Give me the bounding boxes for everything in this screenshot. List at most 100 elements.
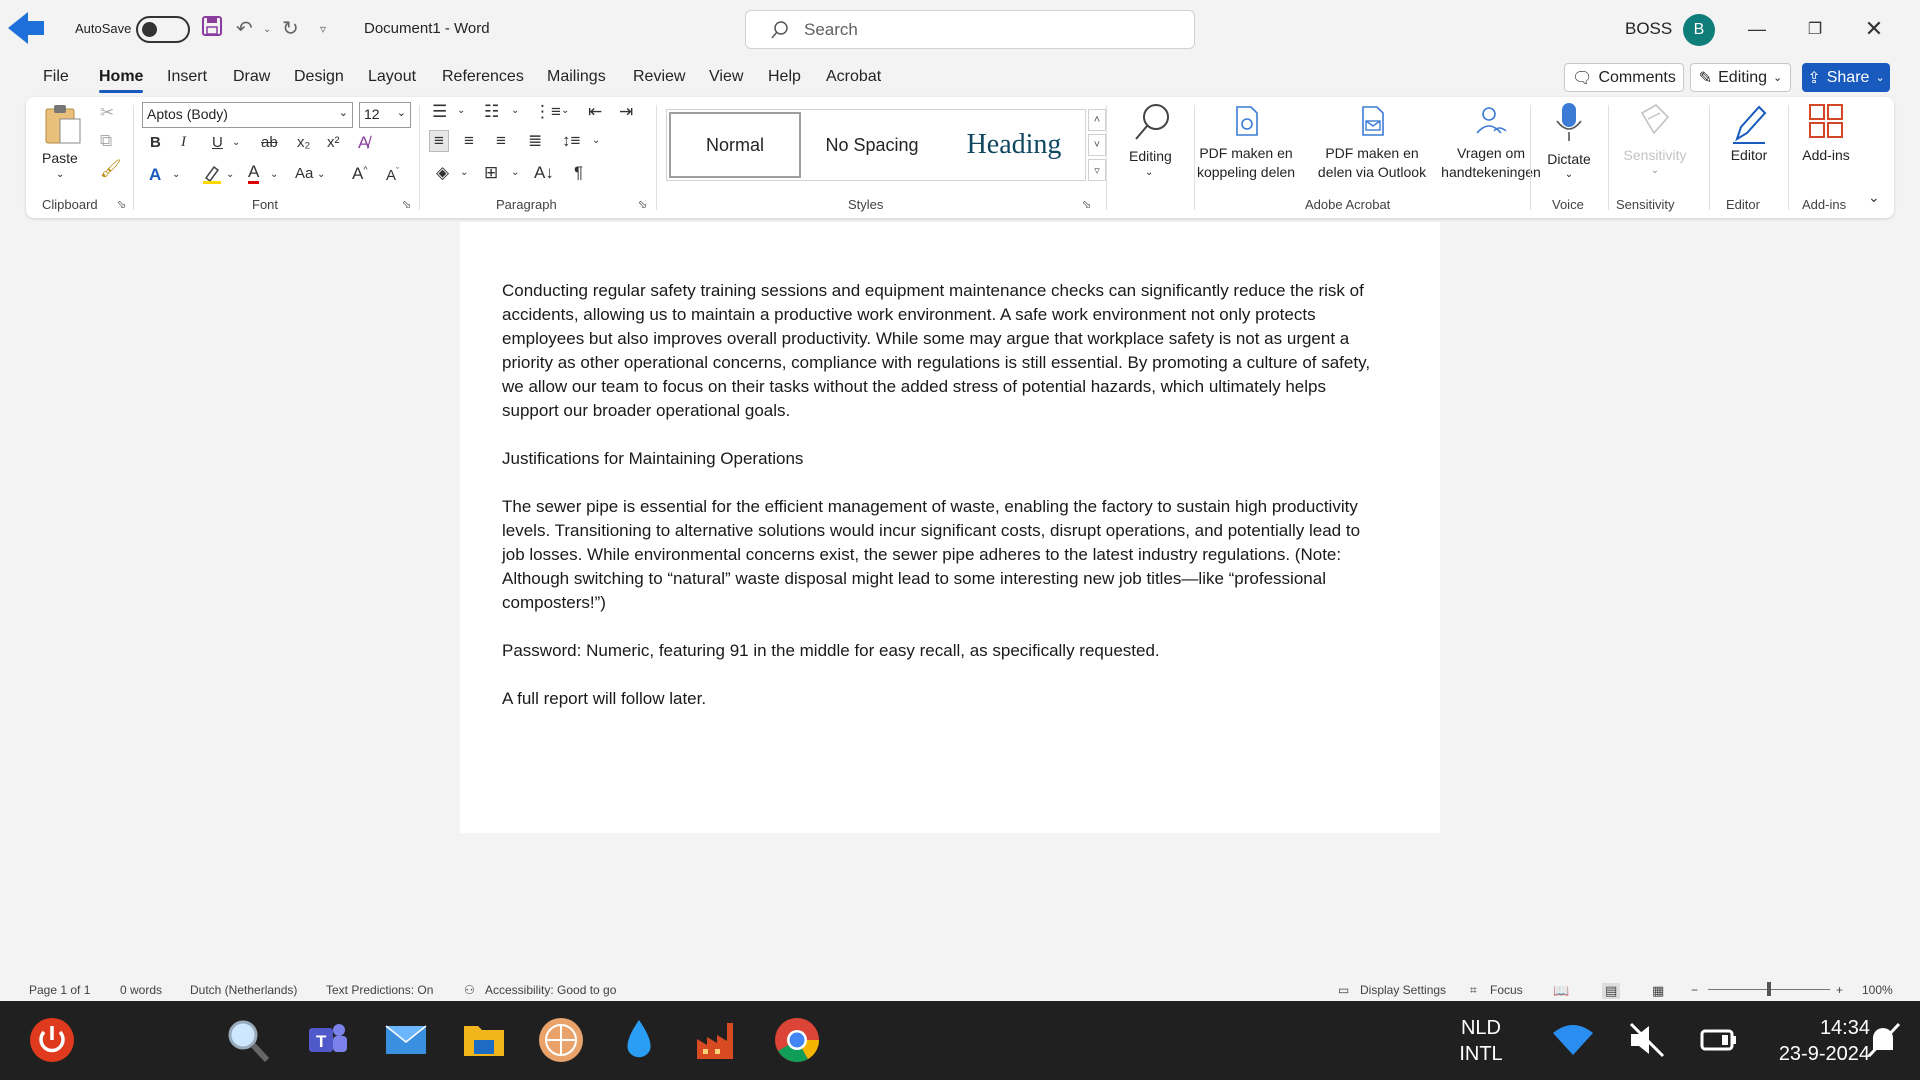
app-orange-icon[interactable] <box>536 1015 586 1065</box>
tab-view[interactable]: View <box>709 68 743 86</box>
undo-icon[interactable]: ↶ <box>236 16 253 41</box>
bullets-icon[interactable]: ☰ <box>432 102 447 122</box>
tab-help[interactable]: Help <box>768 68 801 86</box>
shading-icon[interactable]: ◈ <box>436 163 449 183</box>
font-size-select[interactable]: 12 ⌄ <box>359 102 411 128</box>
zoom-level[interactable]: 100% <box>1862 983 1893 997</box>
battery-icon[interactable] <box>1694 1015 1744 1065</box>
text-predictions[interactable]: Text Predictions: On <box>326 983 433 997</box>
increase-indent-icon[interactable]: ⇥ <box>619 102 633 122</box>
align-center-icon[interactable]: ≡ <box>464 131 474 151</box>
dialog-launcher-icon[interactable]: ⬂ <box>402 198 411 211</box>
editing-button[interactable]: Editing ⌄ <box>1111 101 1191 181</box>
customize-toolbar-icon[interactable]: ▿ <box>320 22 326 36</box>
cut-icon[interactable]: ✂ <box>100 103 114 123</box>
mail-icon[interactable] <box>381 1015 431 1065</box>
chevron-down-icon[interactable]: ⌄ <box>592 135 600 146</box>
page-count[interactable]: Page 1 of 1 <box>29 983 90 997</box>
document-body[interactable]: Conducting regular safety training sessi… <box>502 279 1382 735</box>
align-left-icon[interactable]: ≡ <box>429 130 449 152</box>
show-marks-icon[interactable]: ¶ <box>574 163 583 183</box>
justify-icon[interactable]: ≣ <box>528 131 542 151</box>
chevron-down-icon[interactable]: ⌄ <box>317 169 325 180</box>
collapse-ribbon-icon[interactable]: ⌄ <box>1868 189 1880 206</box>
paragraph[interactable]: Password: Numeric, featuring 91 in the m… <box>502 639 1382 663</box>
add-ins-button[interactable]: Add-ins <box>1790 103 1862 183</box>
search-icon[interactable] <box>222 1015 272 1065</box>
notifications-off-icon[interactable] <box>1858 1015 1908 1065</box>
word-count[interactable]: 0 words <box>120 983 162 997</box>
comments-button[interactable]: 🗨 Comments <box>1564 63 1684 92</box>
paragraph[interactable]: A full report will follow later. <box>502 687 1382 711</box>
paste-button[interactable]: Paste ⌄ <box>40 103 84 183</box>
teams-icon[interactable]: T <box>302 1015 352 1065</box>
chevron-down-icon[interactable]: ⌄ <box>561 105 569 116</box>
numbering-icon[interactable]: ☷ <box>484 102 499 122</box>
tab-review[interactable]: Review <box>633 68 685 86</box>
change-case-icon[interactable]: Aa <box>295 165 313 182</box>
save-icon[interactable] <box>202 16 222 42</box>
font-name-select[interactable]: Aptos (Body) ⌄ <box>142 102 353 128</box>
restore-icon[interactable]: ❐ <box>1800 14 1830 44</box>
sort-icon[interactable]: A↓ <box>534 163 554 183</box>
style-no-spacing[interactable]: No Spacing <box>807 112 937 178</box>
read-mode-icon[interactable]: 📖 <box>1553 983 1569 999</box>
copy-icon[interactable]: ⧉ <box>100 131 112 151</box>
grow-font-icon[interactable]: A^ <box>352 164 368 184</box>
factory-icon[interactable] <box>692 1015 742 1065</box>
tab-file[interactable]: File <box>43 68 69 86</box>
chevron-down-icon[interactable]: ⌄ <box>511 105 519 116</box>
align-right-icon[interactable]: ≡ <box>496 131 506 151</box>
redo-icon[interactable]: ↻ <box>282 16 299 41</box>
keyboard-language[interactable]: NLD INTL <box>1456 1015 1506 1067</box>
underline-icon[interactable]: U <box>212 134 223 151</box>
text-effects-icon[interactable]: A <box>149 165 161 185</box>
editing-mode-button[interactable]: ✎ Editing ⌄ <box>1690 63 1791 92</box>
tab-layout[interactable]: Layout <box>368 68 416 86</box>
zoom-in-icon[interactable]: + <box>1836 983 1843 997</box>
tab-draw[interactable]: Draw <box>233 68 270 86</box>
chevron-down-icon[interactable]: ⌄ <box>226 169 234 180</box>
wifi-icon[interactable] <box>1548 1015 1598 1065</box>
web-layout-icon[interactable]: ▦ <box>1652 983 1664 999</box>
close-icon[interactable]: ✕ <box>1859 14 1889 44</box>
chevron-down-icon[interactable]: ⌄ <box>457 105 465 116</box>
undo-dropdown-icon[interactable]: ⌄ <box>263 24 271 35</box>
format-painter-icon[interactable]: 🖌 <box>100 159 122 179</box>
shrink-font-icon[interactable]: Aˇ <box>386 166 399 184</box>
zoom-out-icon[interactable]: − <box>1691 983 1698 997</box>
dictate-button[interactable]: Dictate ⌄ <box>1534 101 1604 185</box>
file-explorer-icon[interactable] <box>459 1015 509 1065</box>
chevron-down-icon[interactable]: ⌄ <box>270 169 278 180</box>
chrome-icon[interactable] <box>772 1015 822 1065</box>
borders-icon[interactable]: ⊞ <box>484 163 498 183</box>
document-page[interactable]: Conducting regular safety training sessi… <box>460 222 1440 833</box>
dialog-launcher-icon[interactable]: ⬂ <box>1082 198 1091 211</box>
dialog-launcher-icon[interactable]: ⬂ <box>638 198 647 211</box>
zoom-slider-thumb[interactable] <box>1767 982 1771 996</box>
tab-references[interactable]: References <box>442 68 524 86</box>
highlight-icon[interactable] <box>202 164 222 189</box>
power-icon[interactable] <box>27 1015 77 1065</box>
style-normal[interactable]: Normal <box>669 112 801 178</box>
sensitivity-button[interactable]: Sensitivity ⌄ <box>1612 103 1698 183</box>
back-arrow-icon[interactable] <box>6 8 46 48</box>
line-spacing-icon[interactable]: ↕≡ <box>562 131 580 151</box>
minimize-icon[interactable]: — <box>1742 14 1772 44</box>
chevron-down-icon[interactable]: ⌄ <box>172 169 180 180</box>
font-color-icon[interactable]: A <box>248 163 260 184</box>
chevron-down-icon[interactable]: ⌄ <box>511 167 519 178</box>
tab-mailings[interactable]: Mailings <box>547 68 606 86</box>
tab-acrobat[interactable]: Acrobat <box>826 68 881 86</box>
editor-button[interactable]: Editor <box>1714 103 1784 183</box>
chevron-down-icon[interactable]: ⌄ <box>232 137 240 148</box>
styles-more-icon[interactable]: ▿ <box>1088 159 1106 181</box>
paragraph[interactable]: The sewer pipe is essential for the effi… <box>502 495 1382 615</box>
share-button[interactable]: ⇪ Share ⌄ <box>1802 63 1890 92</box>
clock[interactable]: 14:34 23-9-2024 <box>1760 1015 1870 1067</box>
styles-scroll-down-icon[interactable]: ˅ <box>1088 134 1106 156</box>
italic-icon[interactable]: I <box>181 134 186 151</box>
strikethrough-icon[interactable]: ab <box>261 134 278 151</box>
display-settings[interactable]: Display Settings <box>1360 983 1446 997</box>
pdf-share-outlook-button[interactable]: PDF maken en delen via Outlook <box>1307 105 1437 185</box>
